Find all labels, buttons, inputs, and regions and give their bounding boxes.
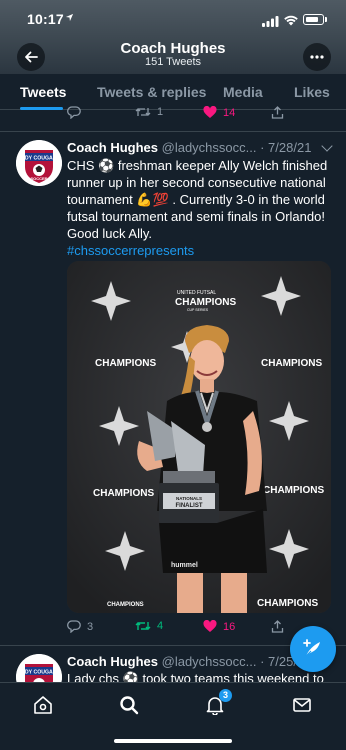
reply-icon — [67, 620, 81, 633]
retweet-count: 4 — [157, 620, 164, 632]
like-button[interactable]: 16 — [203, 620, 235, 633]
brand-logo: CHAMPIONS — [93, 488, 154, 499]
avatar-text-bottom: SOCCER — [30, 176, 47, 181]
tweet-text: CHS ⚽ freshman keeper Ally Welch finishe… — [67, 157, 331, 259]
compose-tweet-button[interactable] — [290, 626, 336, 672]
avatar-text-top: LADY COUGARS — [18, 670, 61, 676]
brand-logo: CHAMPIONS — [261, 358, 322, 369]
brand-sub: CUP SERIES — [187, 308, 209, 312]
shorts-brand: hummel — [171, 562, 198, 569]
retweet-icon — [135, 622, 151, 630]
wifi-icon — [283, 13, 299, 31]
home-icon — [34, 696, 52, 714]
location-arrow-icon — [65, 13, 74, 25]
avatar[interactable]: LADY COUGARS SOCCER — [16, 140, 62, 186]
battery-icon — [303, 14, 324, 25]
nav-home[interactable] — [31, 693, 55, 717]
like-button[interactable]: 14 — [203, 106, 235, 119]
cellular-signal-icon — [262, 14, 279, 32]
more-options-button[interactable] — [303, 43, 331, 71]
reply-button[interactable] — [67, 106, 81, 119]
profile-header-banner: 10:17 Coach Hughes 151 Tweets — [0, 0, 346, 74]
envelope-icon — [293, 698, 311, 712]
nav-messages[interactable] — [290, 693, 314, 717]
retweet-button[interactable]: 4 — [135, 620, 163, 632]
retweet-count: 1 — [157, 106, 164, 118]
display-name[interactable]: Coach Hughes — [67, 654, 158, 669]
home-indicator — [114, 739, 232, 743]
share-button[interactable] — [271, 620, 284, 633]
trophy-plate-label: FINALIST — [176, 503, 203, 509]
profile-title: Coach Hughes — [120, 40, 226, 57]
tab-likes[interactable]: Likes — [294, 84, 330, 100]
tab-tweets-and-replies[interactable]: Tweets & replies — [97, 84, 206, 100]
share-button[interactable] — [271, 106, 284, 119]
compose-feather-icon — [303, 639, 320, 657]
status-time: 10:17 — [27, 11, 64, 27]
status-bar: 10:17 — [0, 8, 346, 30]
tweet-photo[interactable]: UNITED FUTSAL CHAMPIONS CUP SERIES CHAMP… — [67, 261, 331, 613]
like-count: 16 — [223, 620, 236, 633]
flexed-bicep-emoji: 💪 — [136, 192, 153, 207]
search-icon — [120, 696, 139, 715]
tab-tweets[interactable]: Tweets — [20, 84, 66, 100]
tweet-text-part: CHS — [67, 158, 99, 173]
reply-button[interactable]: 3 — [67, 620, 93, 633]
profile-tabs: Tweets Tweets & replies Media Likes — [0, 74, 346, 110]
more-dots-icon — [310, 55, 324, 59]
brand-logo: CHAMPIONS — [257, 598, 318, 609]
share-icon — [271, 106, 284, 119]
chevron-down-icon[interactable] — [321, 140, 333, 152]
tweet-header: Coach Hughes @ladychssocc... · 7/25/ — [67, 654, 297, 669]
hashtag-link[interactable]: #chssoccerrepresents — [67, 243, 194, 258]
tweet-header: Coach Hughes @ladychssocc... · 7/28/21 — [67, 140, 311, 155]
username-handle[interactable]: @ladychssocc... — [162, 140, 257, 155]
notification-badge: 3 — [219, 689, 232, 702]
avatar-text-top: LADY COUGARS — [18, 156, 61, 162]
display-name[interactable]: Coach Hughes — [67, 140, 158, 155]
reply-count: 3 — [87, 620, 94, 633]
lady-cougars-logo: LADY COUGARS SOCCER — [16, 140, 62, 186]
previous-tweet-actions: 1 14 — [0, 106, 346, 122]
tweet-divider — [0, 131, 346, 132]
tweet-date[interactable]: · 7/28/21 — [260, 140, 311, 155]
heart-filled-icon — [203, 106, 217, 118]
nav-search[interactable] — [117, 693, 141, 717]
retweet-icon — [135, 108, 151, 116]
retweet-button[interactable]: 1 — [135, 106, 163, 118]
battery-tip — [325, 17, 327, 22]
brand-logo: CHAMPIONS — [107, 602, 144, 608]
trophy-plate-label: NATIONALS — [176, 496, 202, 501]
tweet-count: 151 Tweets — [144, 56, 202, 68]
heart-filled-icon — [203, 620, 217, 632]
brand-logo: CHAMPIONS — [95, 358, 156, 369]
brand-logo: CHAMPIONS — [175, 297, 236, 308]
brand-top: UNITED FUTSAL — [177, 290, 216, 296]
username-handle[interactable]: @ladychssocc... — [162, 654, 257, 669]
hundred-points-emoji: 💯 — [152, 192, 169, 207]
photo-illustration: UNITED FUTSAL CHAMPIONS CUP SERIES CHAMP… — [67, 261, 331, 613]
tab-media[interactable]: Media — [223, 84, 263, 100]
reply-icon — [67, 106, 81, 119]
like-count: 14 — [223, 106, 236, 119]
soccer-ball-emoji: ⚽ — [98, 158, 115, 173]
share-icon — [271, 620, 284, 633]
brand-logo: CHAMPIONS — [263, 485, 324, 496]
